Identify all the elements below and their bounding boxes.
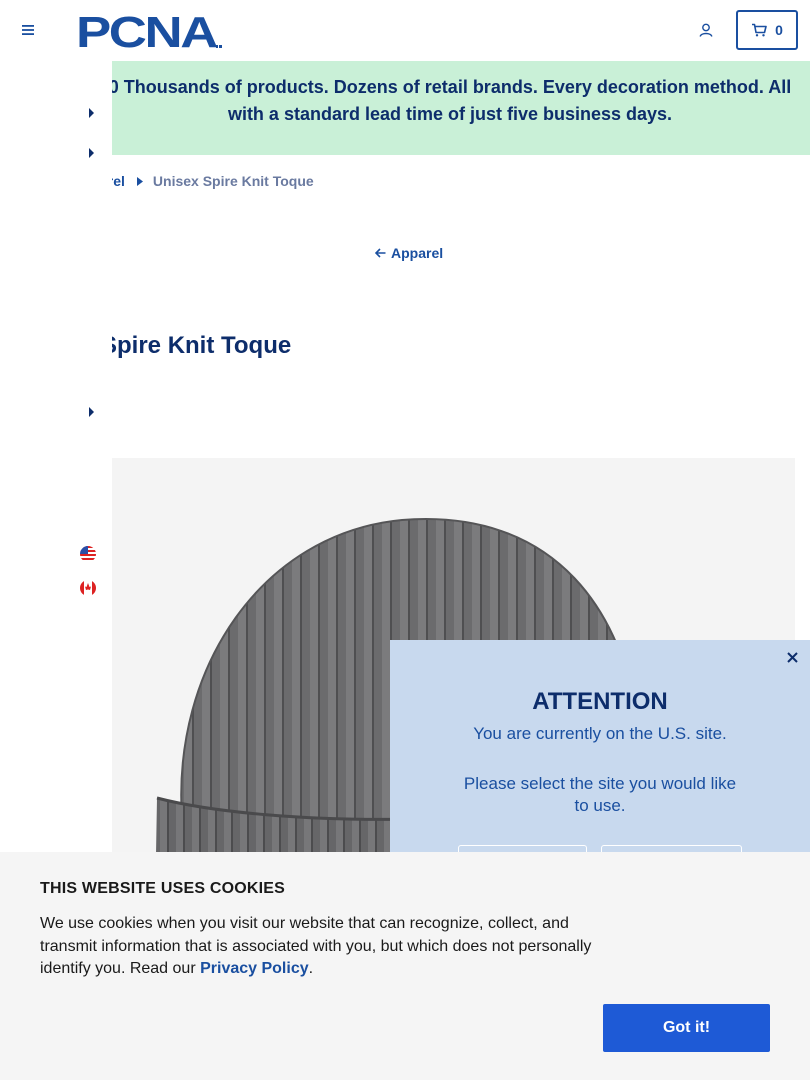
cookie-body: We use cookies when you visit our websit… <box>40 915 592 977</box>
back-to-category-link[interactable]: Apparel <box>375 245 443 261</box>
current-site-text: You are currently on the U.S. site. <box>473 724 727 743</box>
us-flag-icon[interactable] <box>80 546 96 562</box>
breadcrumb-caret-icon <box>136 176 143 186</box>
breadcrumb-current: Unisex Spire Knit Toque <box>152 173 314 189</box>
hamburger-menu-icon[interactable] <box>18 20 38 40</box>
site-prompt-text: Please select the site you would like to… <box>463 774 737 815</box>
canada-flag-icon[interactable] <box>80 580 96 596</box>
menu-expand-caret-icon[interactable] <box>88 107 96 119</box>
breadcrumb: arel Unisex Spire Knit Toque <box>100 173 324 189</box>
account-icon[interactable] <box>696 20 716 40</box>
cart-button[interactable]: 0 <box>736 10 798 50</box>
cookie-text: We use cookies when you visit our websit… <box>40 913 600 981</box>
menu-expand-caret-icon[interactable] <box>88 406 96 418</box>
cookie-banner: THIS WEBSITE USES COOKIES We use cookies… <box>0 852 810 1080</box>
site-header: PCNA 0 <box>0 0 810 61</box>
back-link-label: Apparel <box>391 245 444 261</box>
promo-banner: 0 Thousands of products. Dozens of retai… <box>0 61 810 155</box>
arrow-left-icon <box>375 248 386 258</box>
cart-count: 0 <box>775 22 783 38</box>
product-title: Spire Knit Toque <box>101 332 292 359</box>
menu-expand-caret-icon[interactable] <box>88 147 96 159</box>
attention-title: ATTENTION <box>532 688 668 715</box>
pcna-logo[interactable]: PCNA <box>76 8 224 57</box>
cookie-end: . <box>308 960 314 977</box>
cookie-title: THIS WEBSITE USES COOKIES <box>40 880 286 897</box>
privacy-policy-link[interactable]: Privacy Policy <box>200 960 309 977</box>
site-selection-popup: ATTENTION You are currently on the U.S. … <box>390 640 810 859</box>
close-icon[interactable] <box>784 649 800 665</box>
cart-icon <box>752 23 767 37</box>
promo-banner-text: 0 Thousands of products. Dozens of retai… <box>108 77 792 124</box>
logo-wordmark: PCNA <box>76 11 217 51</box>
cookie-accept-button[interactable]: Got it! <box>603 1004 770 1052</box>
